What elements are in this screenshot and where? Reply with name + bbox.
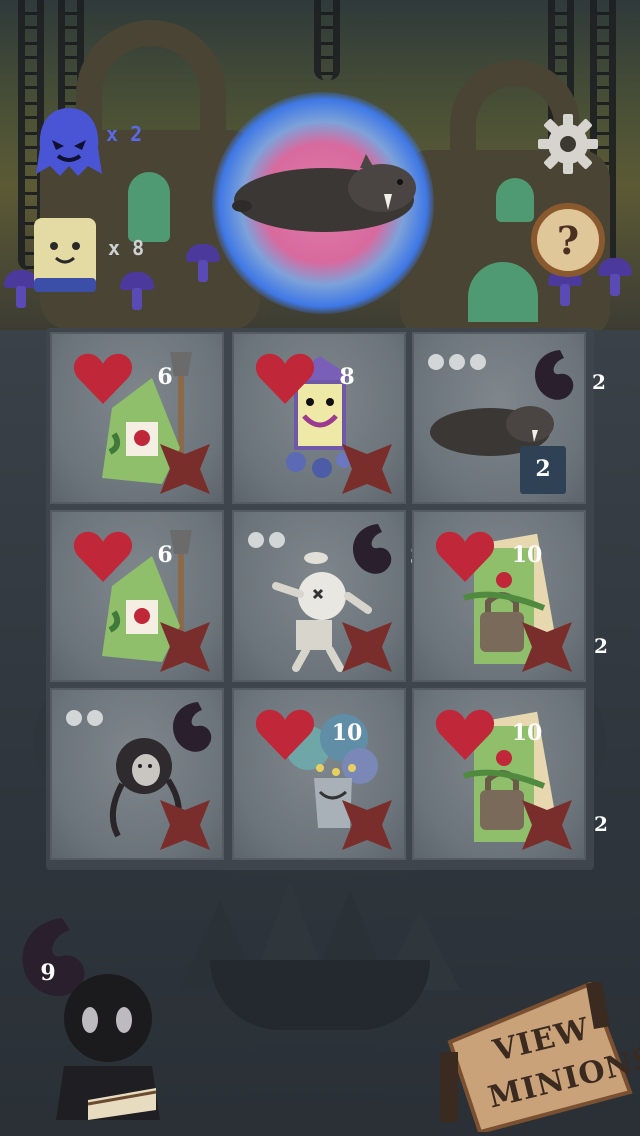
attack-badge: 3 [158, 442, 246, 496]
soul-icon [353, 524, 392, 574]
soul-icon [535, 350, 574, 400]
ghost-count: x 2 [106, 122, 143, 146]
block-value: 2 [535, 456, 551, 482]
minion-card-lantern[interactable]: 8 3 [232, 332, 428, 504]
star-icon [522, 800, 572, 850]
spellbook-count: x 8 [108, 236, 145, 260]
health-badge: 6 [72, 530, 173, 584]
mushroom-icon [120, 272, 154, 310]
star-icon [160, 622, 210, 672]
star-icon [342, 444, 392, 494]
block-badge: 2 [520, 446, 566, 494]
attack-badge: 3 [340, 442, 428, 496]
star-icon [160, 800, 210, 850]
blue-ghost-icon [36, 108, 102, 176]
health-value: 10 [331, 720, 363, 746]
minion-card-jellyfish[interactable]: 10 2 [232, 688, 428, 860]
attack-badge: 2 [340, 798, 428, 852]
soul-cost-badge: 3 [348, 522, 424, 580]
soul-icon [173, 702, 212, 752]
star-icon [342, 800, 392, 850]
soul-cost-badge: 2 [530, 348, 606, 406]
health-value: 6 [157, 542, 173, 568]
attack-value: 2 [594, 634, 608, 658]
charge-dot [428, 354, 444, 370]
minion-card-skeleton[interactable]: 3 4 [232, 510, 428, 682]
minion-grid: 6 3 8 3 [46, 328, 608, 870]
minion-card-locked-book[interactable]: 10 2 [412, 688, 608, 860]
keyhole-left [128, 172, 170, 242]
soul-cost-badge: 1 [168, 700, 244, 758]
minion-card-locked-book[interactable]: 10 2 [412, 510, 608, 682]
chain-center [314, 0, 340, 80]
heart-icon [255, 353, 315, 404]
health-badge: 10 [254, 708, 362, 762]
charge-dot [66, 710, 82, 726]
attack-badge: 2 [520, 620, 608, 674]
star-icon [522, 622, 572, 672]
health-badge: 10 [434, 530, 542, 584]
minion-card-spider[interactable]: 1 2 [50, 688, 246, 860]
charge-dot [470, 354, 486, 370]
keyhole-right [496, 178, 534, 222]
star-icon [342, 622, 392, 672]
view-minions-button[interactable]: VIEW MINIONS [440, 982, 640, 1132]
star-icon [160, 444, 210, 494]
attack-value: 2 [594, 812, 608, 836]
health-badge: 6 [72, 352, 173, 406]
heart-icon [73, 353, 133, 404]
attack-badge: 4 [340, 620, 428, 674]
health-badge: 10 [434, 708, 542, 762]
attack-badge: 2 [158, 798, 246, 852]
spellbook-icon [34, 218, 96, 292]
minion-card-mole[interactable]: 2 2 [412, 332, 606, 504]
question-icon[interactable]: ? [530, 202, 606, 278]
charge-dots [428, 354, 486, 370]
shadow-reader-icon [56, 974, 160, 1120]
heart-icon [435, 709, 495, 760]
heart-icon [435, 531, 495, 582]
charge-dot [449, 354, 465, 370]
gear-icon[interactable] [536, 112, 600, 176]
attack-badge: 2 [520, 798, 608, 852]
heart-icon [73, 531, 133, 582]
health-value: 10 [511, 720, 543, 746]
mushroom-icon [186, 244, 220, 282]
minion-card-shovel-hood[interactable]: 6 3 [50, 332, 246, 504]
attack-badge: 3 [158, 620, 246, 674]
health-value: 8 [339, 364, 355, 390]
soul-cost-value: 2 [592, 370, 606, 394]
health-badge: 8 [254, 352, 355, 406]
heart-icon [255, 709, 315, 760]
minion-card-shovel-hood[interactable]: 6 3 [50, 510, 246, 682]
health-value: 10 [511, 542, 543, 568]
help-label: ? [557, 218, 579, 263]
health-value: 6 [157, 364, 173, 390]
mole-minion-icon [232, 154, 416, 232]
